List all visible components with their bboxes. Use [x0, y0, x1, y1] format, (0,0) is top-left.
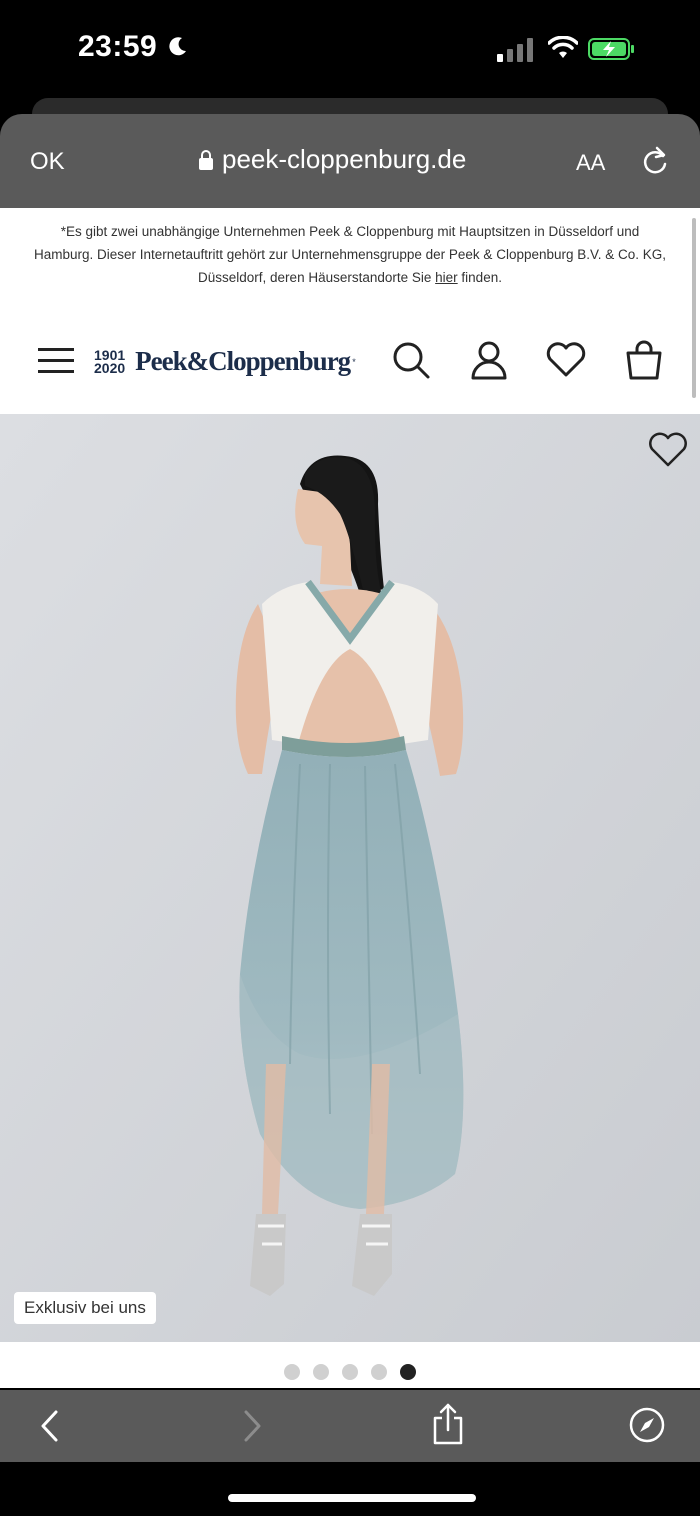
company-notice: *Es gibt zwei unabhängige Unternehmen Pe…	[30, 220, 670, 289]
web-page: *Es gibt zwei unabhängige Unternehmen Pe…	[0, 208, 700, 1388]
notice-link[interactable]: hier	[435, 270, 458, 285]
back-arrow-icon[interactable]	[38, 1408, 62, 1444]
moon-icon	[169, 37, 186, 56]
reload-icon[interactable]	[641, 146, 669, 176]
brand-logo[interactable]: 1901 2020 Peek&Cloppenburg *	[94, 346, 356, 377]
logo-years: 1901 2020	[94, 348, 126, 376]
site-header: 1901 2020 Peek&Cloppenburg *	[0, 328, 700, 408]
home-indicator[interactable]	[228, 1494, 476, 1502]
hamburger-menu-icon[interactable]	[38, 344, 74, 376]
wifi-icon	[548, 36, 578, 58]
text-size-button[interactable]: AA	[576, 150, 605, 176]
gallery-dot[interactable]	[371, 1364, 387, 1380]
favorite-heart-icon[interactable]	[648, 432, 688, 468]
gallery-dot-active[interactable]	[400, 1364, 416, 1380]
cellular-signal-icon	[497, 38, 533, 62]
notice-text: *Es gibt zwei unabhängige Unternehmen Pe…	[33, 224, 667, 285]
gallery-dot[interactable]	[342, 1364, 358, 1380]
gallery-dot[interactable]	[284, 1364, 300, 1380]
account-icon[interactable]	[470, 340, 508, 380]
browser-toolbar: OK peek-cloppenburg.de AA	[0, 114, 700, 208]
gallery-pagination	[0, 1364, 700, 1380]
ok-button[interactable]: OK	[30, 148, 65, 176]
logo-name: Peek&Cloppenburg	[135, 346, 351, 376]
address-bar[interactable]: peek-cloppenburg.de	[198, 144, 466, 175]
battery-charging-icon	[588, 38, 634, 60]
status-time: 23:59	[78, 30, 158, 63]
logo-year-bottom: 2020	[94, 359, 126, 376]
browser-bottom-toolbar	[0, 1390, 700, 1462]
product-image-gallery[interactable]: Exklusiv bei uns	[0, 414, 700, 1342]
gallery-dot[interactable]	[313, 1364, 329, 1380]
share-icon[interactable]	[431, 1402, 465, 1446]
forward-arrow-icon[interactable]	[240, 1408, 264, 1444]
product-photo	[0, 414, 700, 1342]
url-text: peek-cloppenburg.de	[222, 144, 467, 174]
lock-icon	[199, 149, 213, 170]
exclusive-badge: Exklusiv bei uns	[14, 1292, 156, 1324]
notice-suffix: finden.	[457, 270, 502, 285]
compass-icon[interactable]	[628, 1406, 666, 1444]
logo-mark: *	[352, 356, 356, 367]
heart-icon[interactable]	[546, 342, 586, 378]
search-icon[interactable]	[391, 340, 431, 380]
status-bar: 23:59	[0, 0, 700, 100]
shopping-bag-icon[interactable]	[624, 340, 664, 380]
